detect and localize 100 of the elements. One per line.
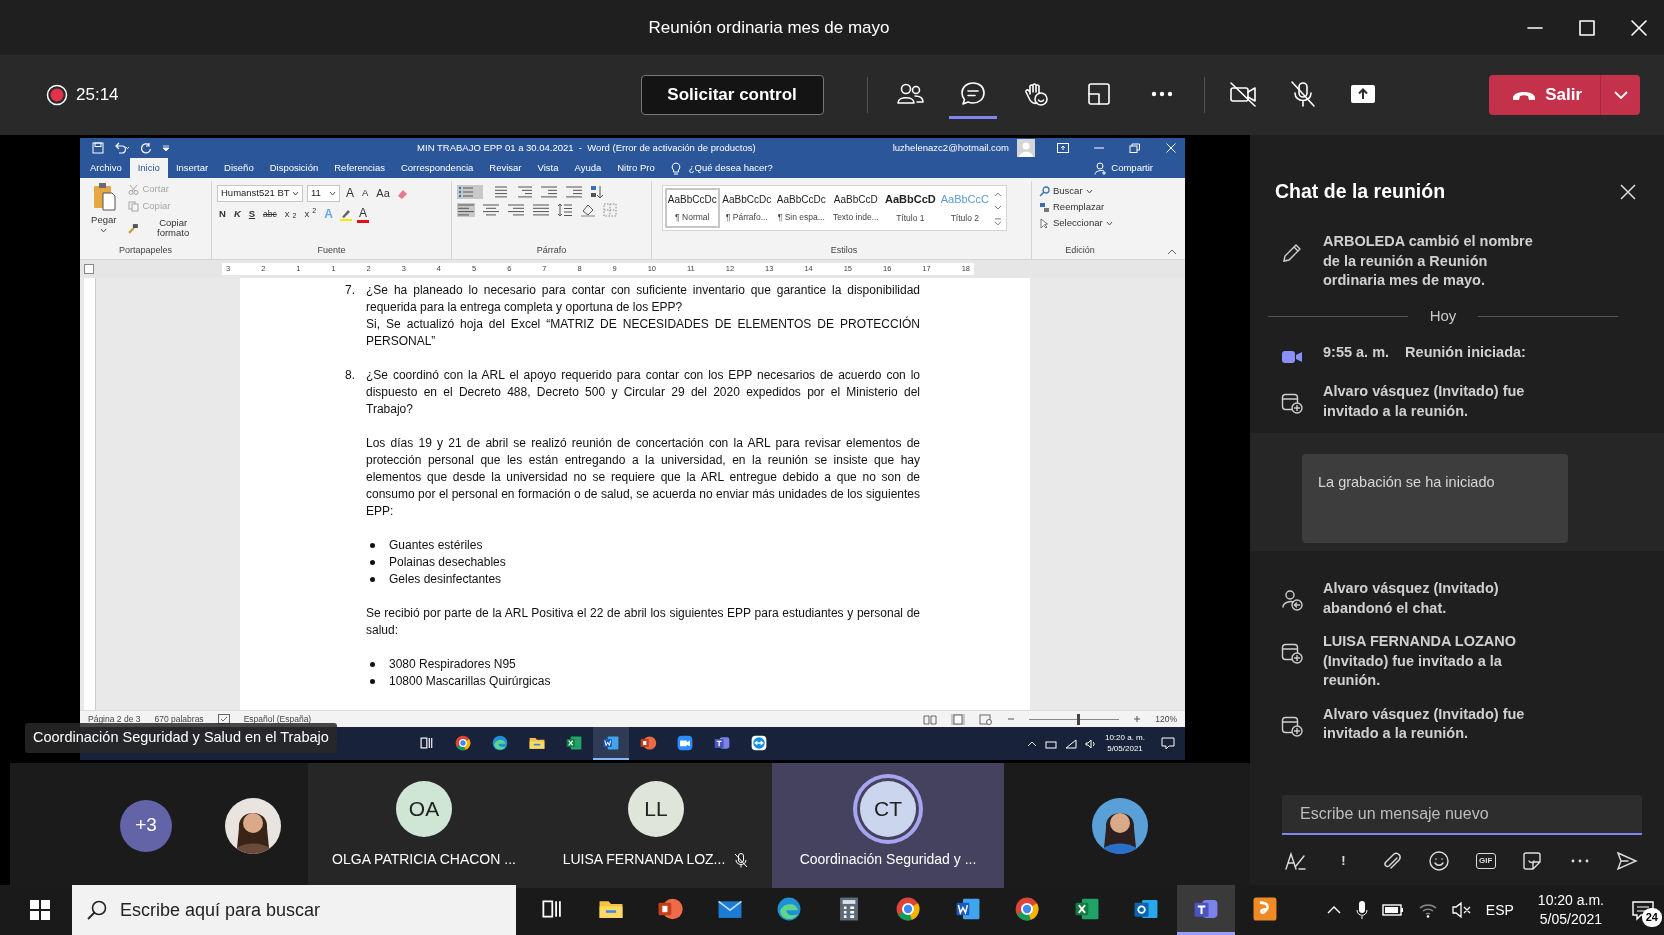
clock-time[interactable]: 10:20 a. m. [1104, 733, 1145, 744]
format-icon[interactable] [1284, 850, 1306, 872]
language-indicator[interactable]: ESP [1485, 899, 1514, 921]
participant-tile[interactable]: OA OLGA PATRICIA CHACON ... [308, 763, 540, 888]
wifi-icon[interactable] [1064, 738, 1077, 749]
redo-icon[interactable] [140, 142, 152, 154]
decrease-indent-icon[interactable] [540, 185, 558, 199]
font-size-field[interactable]: 11 [307, 185, 340, 202]
multilevel-list-icon[interactable] [515, 185, 533, 199]
ribbon-tab[interactable]: Referencias [326, 158, 393, 178]
windows-icon[interactable] [30, 900, 50, 920]
gif-button[interactable]: GIF [1475, 853, 1496, 869]
ribbon-options-icon[interactable] [1057, 143, 1069, 153]
participant-tile[interactable]: LL LUISA FERNANDA LOZ... [540, 763, 772, 888]
change-case-button[interactable]: Aa [374, 186, 392, 201]
ribbon-tab[interactable]: Diseño [216, 158, 262, 178]
search-prompt[interactable]: ¿Qué desea hacer? [688, 160, 773, 176]
format-painter-button[interactable]: Copiar formato [126, 217, 206, 240]
strike-button[interactable]: abc [261, 208, 279, 221]
eraser-icon[interactable] [395, 187, 408, 200]
important-button[interactable]: ! [1331, 849, 1356, 873]
notification-count: 24 [1641, 908, 1662, 927]
style-preset[interactable]: AaBbCcDc ¶ Normal [665, 188, 720, 228]
camera-off-icon [1227, 79, 1258, 108]
justify-icon[interactable] [532, 203, 550, 217]
align-center-icon[interactable] [482, 203, 500, 217]
leave-button[interactable]: Salir [1489, 75, 1640, 115]
highlighter-icon[interactable] [338, 208, 353, 222]
clock-date[interactable]: 5/05/2021 [1537, 910, 1604, 929]
emoji-icon[interactable] [1428, 850, 1451, 872]
save-icon[interactable] [92, 142, 104, 154]
caret-icon [1105, 221, 1113, 226]
avatar-initials: LL [628, 781, 684, 837]
superscript-button[interactable]: x$^{2}$ [302, 208, 319, 221]
document-paragraph: Los días 19 y 21 de abril se realizó reunión de concertación con la ARL para revisar elementos de protección personal que les están entregando a la universidad, en la reunión se insiste que hay elementos que desde la universidad no se requiere que la ARL entregue debido a que no son de consumo por el personal en formación o de salud, se acuerda no enviar más unidades de los siguientes EPP: [366, 435, 920, 520]
ribbon-tab[interactable]: Ayuda [566, 158, 610, 178]
ribbon-tab[interactable]: Vista [529, 158, 567, 178]
volume-icon[interactable] [1084, 738, 1097, 749]
zoom-slider-thumb[interactable] [1076, 713, 1080, 725]
battery-icon[interactable] [1381, 903, 1404, 917]
microphone-icon[interactable] [1355, 900, 1368, 920]
print-layout-icon[interactable] [951, 713, 966, 725]
more-participants[interactable]: +3 [120, 799, 172, 852]
share-button[interactable]: Compartir [1086, 158, 1161, 178]
bullet-list-icon[interactable] [457, 185, 483, 199]
event-text: LUISA FERNANDA LOZANO (Invitado) fue invitado a la reunión. [1323, 632, 1518, 691]
message-field[interactable]: Escribe un mensaje nuevo [1282, 795, 1642, 835]
underline-button[interactable]: S [246, 208, 258, 221]
send-icon[interactable] [1615, 850, 1638, 872]
request-control-button[interactable]: Solicitar control [640, 75, 824, 115]
sticker-icon[interactable] [1521, 850, 1544, 872]
align-left-icon[interactable] [457, 203, 475, 217]
ribbon-tab[interactable]: Archivo [82, 158, 130, 178]
caret-icon [292, 191, 299, 196]
find-button[interactable]: Buscar [1037, 185, 1123, 198]
clock-time[interactable]: 10:20 a.m. [1537, 891, 1604, 910]
close-icon[interactable] [1165, 143, 1177, 153]
network-icon[interactable] [1044, 738, 1057, 749]
collapse-ribbon-icon[interactable] [1167, 249, 1177, 255]
zoom-level[interactable]: 120% [1155, 712, 1177, 726]
clock-date[interactable]: 5/05/2021 [1104, 743, 1145, 754]
bullet-icon [370, 679, 375, 684]
notifications-icon[interactable] [1161, 737, 1175, 750]
event-time: 9:55 a. m. [1323, 343, 1390, 363]
tab-selector[interactable] [84, 264, 94, 274]
replace-button[interactable]: Reemplazar [1037, 201, 1123, 214]
font-name-field[interactable]: Humanst521 BT [217, 185, 303, 202]
customize-icon[interactable] [162, 144, 170, 152]
bold-button[interactable]: N [217, 208, 228, 221]
font-color-button[interactable]: A [356, 206, 369, 224]
undo-icon[interactable] [114, 142, 130, 154]
paste-button[interactable]: Pegar [85, 181, 123, 240]
grow-font-button[interactable]: A [344, 185, 356, 202]
copy-icon [128, 201, 140, 212]
shrink-font-button[interactable]: A [360, 187, 371, 200]
ribbon-tab[interactable]: Insertar [167, 158, 217, 178]
read-mode-icon[interactable] [923, 713, 938, 725]
participant-tile[interactable]: CT Coordinación Seguridad y ... [772, 763, 1004, 888]
web-layout-icon[interactable] [979, 713, 994, 725]
line-spacing-icon[interactable] [557, 203, 573, 217]
ribbon-tab[interactable]: Correspondencia [392, 158, 482, 178]
restore-icon[interactable] [1129, 143, 1141, 153]
subscript-button[interactable]: x$_{2}$ [282, 208, 299, 221]
close-icon[interactable] [1618, 181, 1638, 202]
ribbon-tab[interactable]: Disposición [261, 158, 327, 178]
increase-indent-icon[interactable] [565, 185, 583, 199]
italic-button[interactable]: K [231, 208, 243, 221]
select-button[interactable]: Seleccionar [1037, 217, 1123, 230]
align-right-icon[interactable] [507, 203, 525, 217]
status-text: Español (España) [243, 712, 312, 726]
chevron-up-icon[interactable] [1026, 739, 1037, 748]
chevron-up-icon[interactable] [1325, 905, 1342, 915]
sort-icon[interactable] [590, 185, 604, 199]
ribbon-tab[interactable]: Nitro Pro [609, 158, 663, 178]
ribbon-tab[interactable]: Revisar [481, 158, 530, 178]
ribbon-tab[interactable]: Inicio [129, 158, 168, 178]
zoom-in-icon[interactable] [1133, 715, 1142, 723]
volume-muted-icon[interactable] [1451, 902, 1472, 918]
shading-icon[interactable] [580, 203, 596, 217]
search-field[interactable]: Escribe aquí para buscar [72, 885, 516, 935]
